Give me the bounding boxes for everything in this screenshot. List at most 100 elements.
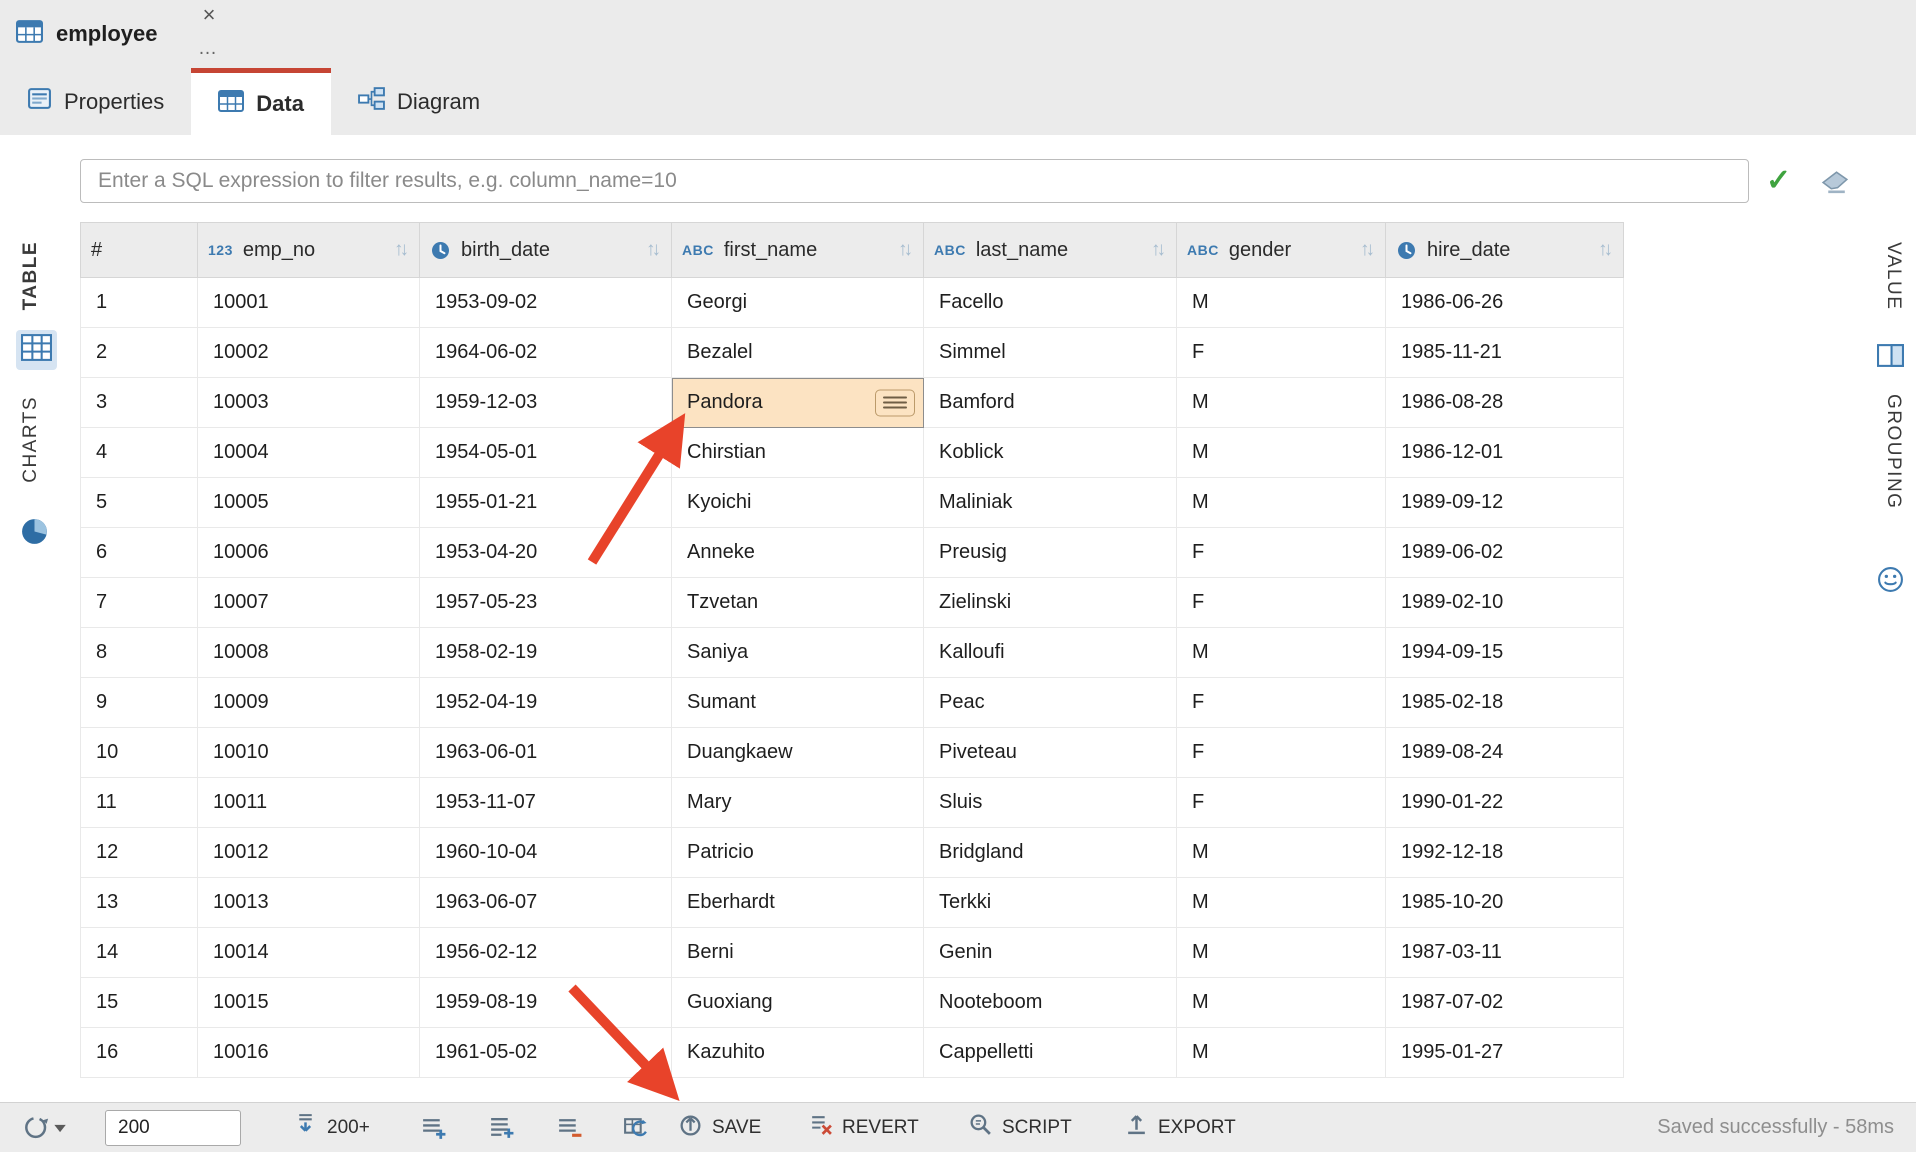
column-header-hire_date[interactable]: hire_date↑↓ xyxy=(1386,223,1624,278)
data-cell[interactable]: 1961-05-02 xyxy=(420,1028,672,1078)
data-cell[interactable]: 1987-03-11 xyxy=(1386,928,1624,978)
data-cell[interactable]: Peac xyxy=(924,678,1177,728)
data-cell[interactable]: 10011 xyxy=(198,778,420,828)
row-number-cell[interactable]: 1 xyxy=(81,278,198,328)
data-cell[interactable]: 1953-09-02 xyxy=(420,278,672,328)
column-header-last_name[interactable]: ABClast_name↑↓ xyxy=(924,223,1177,278)
data-cell[interactable]: 1987-07-02 xyxy=(1386,978,1624,1028)
data-cell[interactable]: 10007 xyxy=(198,578,420,628)
rail-value-label[interactable]: VALUE xyxy=(1882,242,1904,310)
fetch-next-page-button[interactable]: 200+ xyxy=(293,1103,370,1152)
data-cell[interactable]: Facello xyxy=(924,278,1177,328)
data-cell[interactable]: Bamford xyxy=(924,378,1177,428)
row-number-cell[interactable]: 10 xyxy=(81,728,198,778)
data-cell[interactable]: Piveteau xyxy=(924,728,1177,778)
data-cell[interactable]: Duangkaew xyxy=(672,728,924,778)
refresh-grid-button[interactable] xyxy=(622,1103,649,1152)
data-cell[interactable]: Kalloufi xyxy=(924,628,1177,678)
data-cell[interactable]: Chirstian xyxy=(672,428,924,478)
data-cell[interactable]: Eberhardt xyxy=(672,878,924,928)
data-cell[interactable]: 10001 xyxy=(198,278,420,328)
sort-icon[interactable]: ↑↓ xyxy=(1151,239,1166,261)
row-number-cell[interactable]: 3 xyxy=(81,378,198,428)
data-cell[interactable]: 1957-05-23 xyxy=(420,578,672,628)
data-cell[interactable]: M xyxy=(1177,978,1386,1028)
row-number-cell[interactable]: 12 xyxy=(81,828,198,878)
row-number-cell[interactable]: 13 xyxy=(81,878,198,928)
data-cell[interactable]: Kyoichi xyxy=(672,478,924,528)
column-header-emp_no[interactable]: 123emp_no↑↓ xyxy=(198,223,420,278)
data-cell[interactable]: 10002 xyxy=(198,328,420,378)
data-cell[interactable]: Zielinski xyxy=(924,578,1177,628)
data-cell[interactable]: 1986-12-01 xyxy=(1386,428,1624,478)
duplicate-row-button[interactable] xyxy=(488,1103,515,1152)
data-cell[interactable]: Saniya xyxy=(672,628,924,678)
cell-menu-icon[interactable] xyxy=(875,389,915,416)
data-cell[interactable]: 1953-11-07 xyxy=(420,778,672,828)
data-cell[interactable]: F xyxy=(1177,728,1386,778)
row-number-cell[interactable]: 4 xyxy=(81,428,198,478)
row-number-cell[interactable]: 11 xyxy=(81,778,198,828)
row-number-cell[interactable]: 8 xyxy=(81,628,198,678)
data-cell[interactable]: Sumant xyxy=(672,678,924,728)
data-cell[interactable]: M xyxy=(1177,828,1386,878)
data-cell[interactable]: 10004 xyxy=(198,428,420,478)
data-cell[interactable]: 10010 xyxy=(198,728,420,778)
data-cell[interactable]: Cappelletti xyxy=(924,1028,1177,1078)
pie-chart-icon[interactable] xyxy=(20,517,49,551)
data-cell[interactable]: 10009 xyxy=(198,678,420,728)
apply-filter-icon[interactable]: ✓ xyxy=(1766,163,1791,198)
data-cell[interactable]: 10003 xyxy=(198,378,420,428)
data-cell[interactable]: 10015 xyxy=(198,978,420,1028)
data-cell[interactable]: 1995-01-27 xyxy=(1386,1028,1624,1078)
data-cell[interactable]: 1994-09-15 xyxy=(1386,628,1624,678)
filter-input[interactable] xyxy=(80,159,1749,203)
data-cell[interactable]: 1956-02-12 xyxy=(420,928,672,978)
data-cell[interactable]: F xyxy=(1177,328,1386,378)
sort-icon[interactable]: ↑↓ xyxy=(898,239,913,261)
delete-row-button[interactable] xyxy=(556,1103,583,1152)
tab-properties[interactable]: Properties xyxy=(0,68,191,135)
data-cell[interactable]: M xyxy=(1177,878,1386,928)
sort-icon[interactable]: ↑↓ xyxy=(1598,239,1613,261)
grid-presentation-icon[interactable] xyxy=(16,330,57,370)
sort-icon[interactable]: ↑↓ xyxy=(394,239,409,261)
data-cell[interactable]: Bezalel xyxy=(672,328,924,378)
export-button[interactable]: EXPORT xyxy=(1124,1103,1236,1152)
data-cell[interactable]: Simmel xyxy=(924,328,1177,378)
tab-overflow-icon[interactable]: … xyxy=(198,38,218,60)
data-cell[interactable]: M xyxy=(1177,478,1386,528)
data-cell[interactable]: 1952-04-19 xyxy=(420,678,672,728)
data-cell[interactable]: F xyxy=(1177,678,1386,728)
row-number-cell[interactable]: 5 xyxy=(81,478,198,528)
sort-icon[interactable]: ↑↓ xyxy=(1360,239,1375,261)
tab-data[interactable]: Data xyxy=(191,68,331,135)
data-cell[interactable]: 1990-01-22 xyxy=(1386,778,1624,828)
tab-employee[interactable]: employee xyxy=(0,0,198,68)
data-cell[interactable]: F xyxy=(1177,778,1386,828)
data-cell[interactable]: M xyxy=(1177,378,1386,428)
row-number-cell[interactable]: 15 xyxy=(81,978,198,1028)
data-cell[interactable]: 10014 xyxy=(198,928,420,978)
data-cell[interactable]: Anneke xyxy=(672,528,924,578)
data-cell[interactable]: 1953-04-20 xyxy=(420,528,672,578)
data-cell[interactable]: 1960-10-04 xyxy=(420,828,672,878)
data-cell[interactable]: 1954-05-01 xyxy=(420,428,672,478)
fetch-size-input[interactable] xyxy=(105,1110,241,1146)
data-cell[interactable]: 1964-06-02 xyxy=(420,328,672,378)
data-cell[interactable]: 1989-02-10 xyxy=(1386,578,1624,628)
data-cell[interactable]: 10012 xyxy=(198,828,420,878)
data-cell[interactable]: Georgi xyxy=(672,278,924,328)
data-cell[interactable]: 1985-02-18 xyxy=(1386,678,1624,728)
data-cell[interactable]: Patricio xyxy=(672,828,924,878)
data-cell[interactable]: 1985-11-21 xyxy=(1386,328,1624,378)
rail-charts-label[interactable]: CHARTS xyxy=(20,396,42,483)
data-cell[interactable]: M xyxy=(1177,928,1386,978)
data-cell[interactable]: 1959-08-19 xyxy=(420,978,672,1028)
tab-diagram[interactable]: Diagram xyxy=(331,68,507,135)
column-header-first_name[interactable]: ABCfirst_name↑↓ xyxy=(672,223,924,278)
column-header-birth_date[interactable]: birth_date↑↓ xyxy=(420,223,672,278)
data-cell[interactable]: Pandora xyxy=(672,378,924,428)
data-cell[interactable]: Kazuhito xyxy=(672,1028,924,1078)
rail-grouping-label[interactable]: GROUPING xyxy=(1882,394,1904,509)
